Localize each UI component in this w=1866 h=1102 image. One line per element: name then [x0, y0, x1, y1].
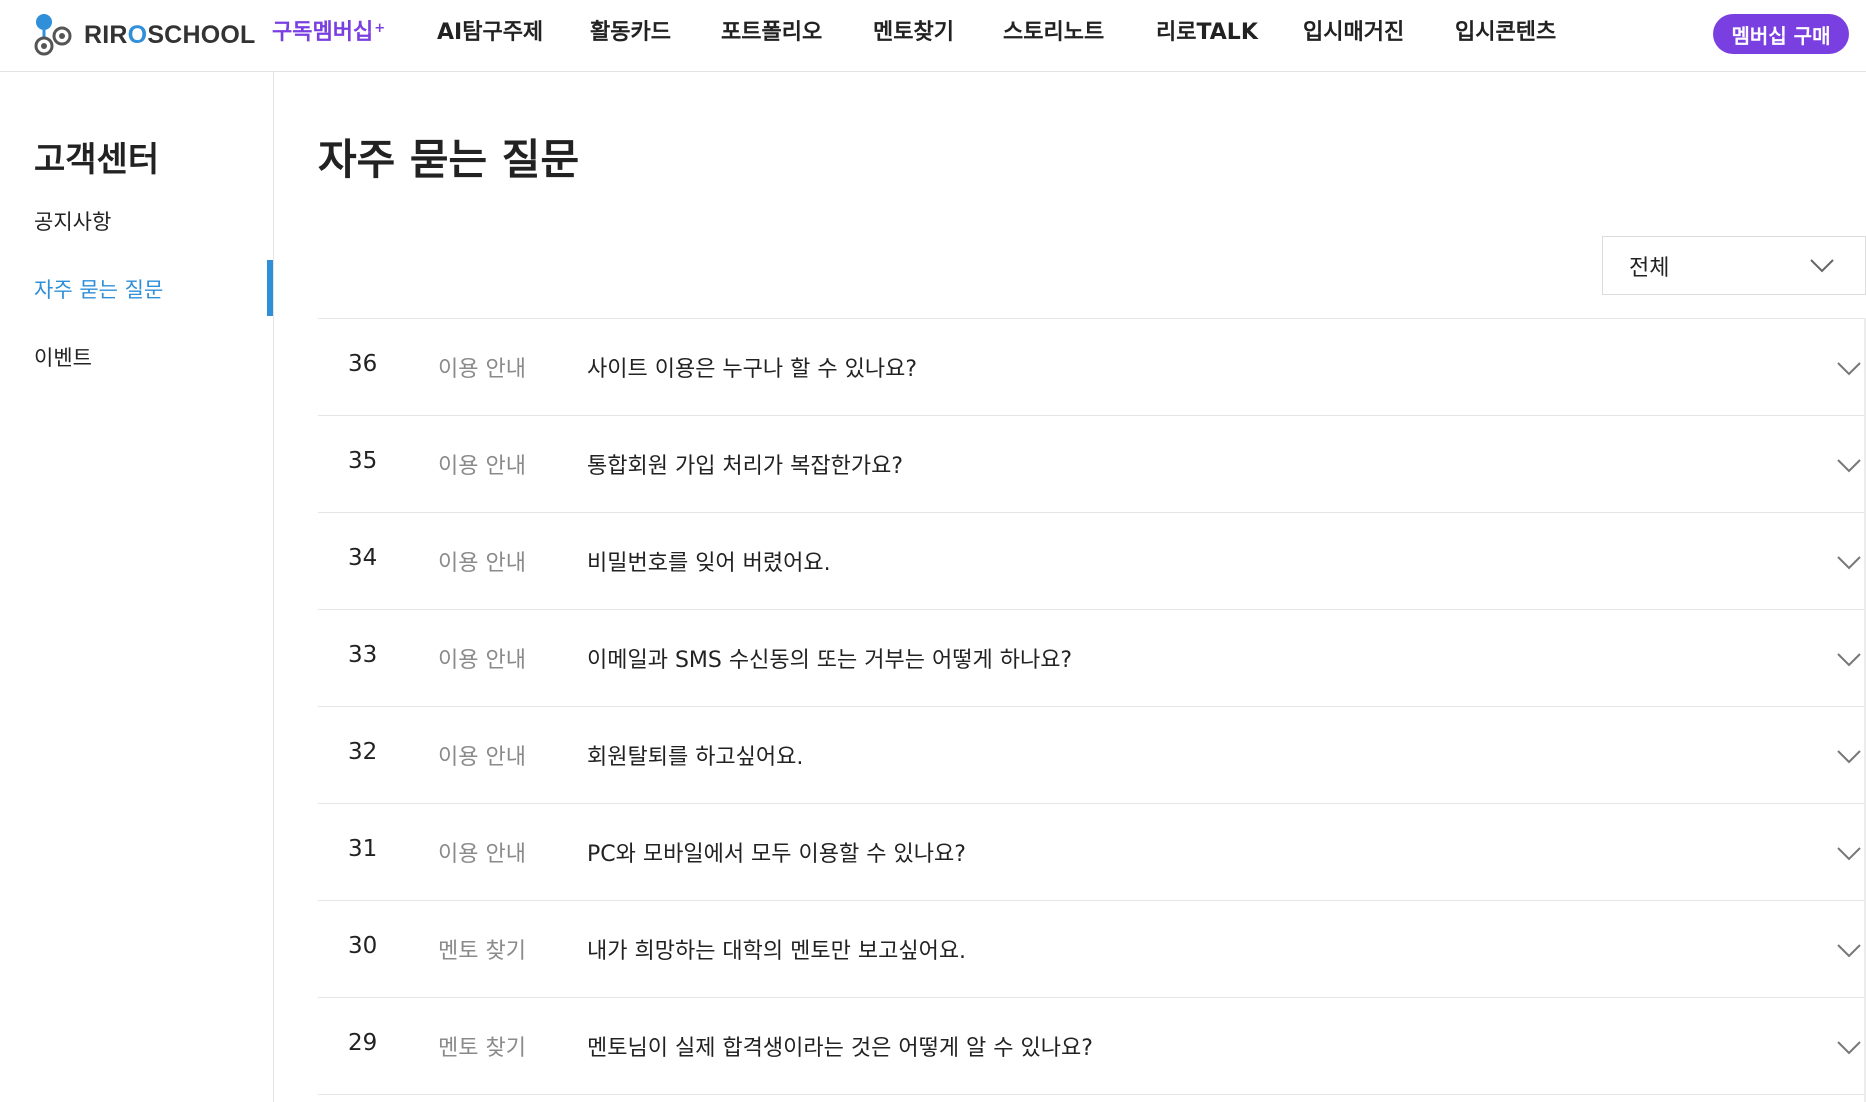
faq-question: 이메일과 SMS 수신동의 또는 거부는 어떻게 하나요?	[587, 648, 1073, 673]
faq-category: 이용 안내	[438, 745, 526, 770]
faq-question: 멘토님이 실제 합격생이라는 것은 어떻게 알 수 있나요?	[587, 1036, 1093, 1061]
nav-item-find-mentor[interactable]: 멘토찾기	[873, 18, 954, 48]
faq-row[interactable]: 30 멘토 찾기 내가 희망하는 대학의 멘토만 보고싶어요.	[318, 901, 1866, 998]
faq-category: 이용 안내	[438, 454, 526, 479]
sidebar-title: 고객센터	[34, 140, 160, 180]
faq-row[interactable]: 32 이용 안내 회원탈퇴를 하고싶어요.	[318, 707, 1866, 804]
top-header: RIROSCHOOL 구독멤버십+ AI탐구주제 활동카드 포트폴리오 멘토찾기…	[0, 0, 1866, 72]
faq-number: 30	[348, 933, 378, 959]
logo-mark-icon	[34, 14, 72, 56]
chevron-down-icon[interactable]	[1836, 941, 1862, 959]
chevron-down-icon[interactable]	[1836, 553, 1862, 571]
chevron-down-icon[interactable]	[1836, 456, 1862, 474]
page-title: 자주 묻는 질문	[318, 135, 580, 184]
category-filter-value: 전체	[1629, 255, 1670, 281]
buy-membership-button[interactable]: 멤버십 구매	[1713, 14, 1849, 54]
sidebar-active-indicator	[267, 260, 273, 316]
nav-item-activity-card[interactable]: 활동카드	[590, 18, 671, 48]
faq-row[interactable]: 29 멘토 찾기 멘토님이 실제 합격생이라는 것은 어떻게 알 수 있나요?	[318, 998, 1866, 1095]
sidebar-item-faq[interactable]: 자주 묻는 질문	[34, 274, 163, 304]
faq-list: 36 이용 안내 사이트 이용은 누구나 할 수 있나요? 35 이용 안내 통…	[318, 318, 1866, 1095]
nav-item-ai-topics[interactable]: AI탐구주제	[437, 18, 543, 48]
category-filter-select[interactable]: 전체	[1602, 236, 1866, 295]
faq-question: 내가 희망하는 대학의 멘토만 보고싶어요.	[587, 939, 967, 964]
sidebar: 고객센터 공지사항 자주 묻는 질문 이벤트	[0, 72, 274, 1102]
faq-question: 통합회원 가입 처리가 복잡한가요?	[587, 454, 904, 479]
faq-question: 비밀번호를 잊어 버렸어요.	[587, 551, 831, 576]
chevron-down-icon[interactable]	[1836, 844, 1862, 862]
faq-question: 사이트 이용은 누구나 할 수 있나요?	[587, 357, 918, 382]
faq-row[interactable]: 31 이용 안내 PC와 모바일에서 모두 이용할 수 있나요?	[318, 804, 1866, 901]
faq-category: 멘토 찾기	[438, 1036, 526, 1061]
faq-number: 29	[348, 1030, 378, 1056]
faq-category: 멘토 찾기	[438, 939, 526, 964]
faq-number: 36	[348, 351, 378, 377]
nav-item-story-note[interactable]: 스토리노트	[1003, 18, 1104, 48]
faq-question: PC와 모바일에서 모두 이용할 수 있나요?	[587, 842, 966, 867]
faq-number: 35	[348, 448, 378, 474]
chevron-down-icon	[1810, 259, 1834, 273]
chevron-down-icon[interactable]	[1836, 650, 1862, 668]
nav-item-admission-magazine[interactable]: 입시매거진	[1303, 18, 1404, 48]
faq-row[interactable]: 33 이용 안내 이메일과 SMS 수신동의 또는 거부는 어떻게 하나요?	[318, 610, 1866, 707]
faq-category: 이용 안내	[438, 357, 526, 382]
chevron-down-icon[interactable]	[1836, 359, 1862, 377]
faq-row[interactable]: 36 이용 안내 사이트 이용은 누구나 할 수 있나요?	[318, 319, 1866, 416]
sidebar-item-events[interactable]: 이벤트	[34, 342, 92, 372]
nav-item-riro-talk[interactable]: 리로TALK	[1156, 18, 1258, 48]
nav-item-portfolio[interactable]: 포트폴리오	[721, 18, 822, 48]
sidebar-item-notices[interactable]: 공지사항	[34, 206, 111, 236]
faq-question: 회원탈퇴를 하고싶어요.	[587, 745, 804, 770]
faq-row[interactable]: 34 이용 안내 비밀번호를 잊어 버렸어요.	[318, 513, 1866, 610]
faq-category: 이용 안내	[438, 551, 526, 576]
logo-text: RIROSCHOOL	[84, 20, 256, 49]
chevron-down-icon[interactable]	[1836, 1038, 1862, 1056]
nav-item-admission-contents[interactable]: 입시콘텐츠	[1455, 18, 1556, 48]
nav-item-membership[interactable]: 구독멤버십+	[272, 18, 385, 48]
faq-category: 이용 안내	[438, 648, 526, 673]
chevron-down-icon[interactable]	[1836, 747, 1862, 765]
faq-number: 32	[348, 739, 378, 765]
faq-number: 31	[348, 836, 378, 862]
faq-number: 34	[348, 545, 378, 571]
faq-row[interactable]: 35 이용 안내 통합회원 가입 처리가 복잡한가요?	[318, 416, 1866, 513]
faq-number: 33	[348, 642, 378, 668]
faq-category: 이용 안내	[438, 842, 526, 867]
riroschool-logo[interactable]: RIROSCHOOL	[32, 10, 255, 60]
